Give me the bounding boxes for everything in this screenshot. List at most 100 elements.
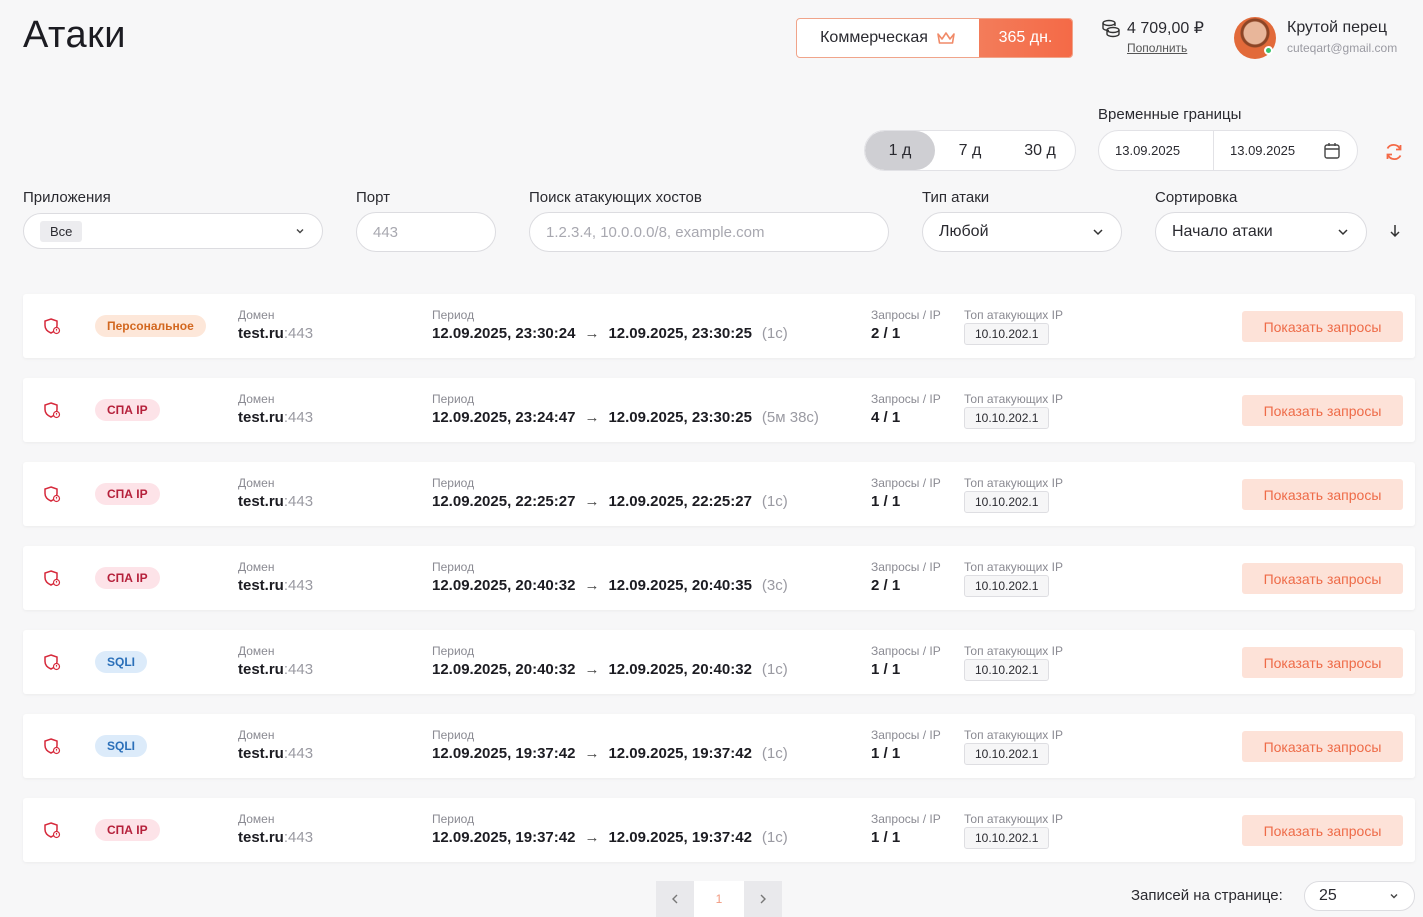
attack-type-badge: СПА IP xyxy=(95,399,160,421)
plan-days[interactable]: 365 дн. xyxy=(979,19,1072,57)
search-hosts-input[interactable]: 1.2.3.4, 10.0.0.0/8, example.com xyxy=(529,212,889,252)
date-range-picker[interactable]: 13.09.2025 13.09.2025 xyxy=(1098,130,1358,171)
domain-label: Домен xyxy=(238,644,275,658)
period-end: 12.09.2025, 19:37:42 xyxy=(608,745,752,762)
shield-alert-icon xyxy=(44,822,61,839)
show-requests-button[interactable]: Показать запросы xyxy=(1242,311,1403,342)
crown-icon xyxy=(937,32,955,44)
period-1d-button[interactable]: 1 д xyxy=(865,131,935,170)
requests-ip-value: 1 / 1 xyxy=(871,493,901,510)
shield-alert-icon xyxy=(44,570,61,587)
sort-select[interactable]: Начало атаки xyxy=(1155,212,1367,252)
requests-ip-value: 2 / 1 xyxy=(871,577,901,594)
period-label: Период xyxy=(432,728,475,742)
period-label: Период xyxy=(432,560,475,574)
top-ip-chip[interactable]: 10.10.202.1 xyxy=(964,575,1050,597)
period-duration: (3с) xyxy=(761,577,788,594)
period-7d-button[interactable]: 7 д xyxy=(935,131,1005,170)
requests-ip-value: 1 / 1 xyxy=(871,745,901,762)
domain-name: test.ru xyxy=(238,661,284,678)
prev-page-button[interactable] xyxy=(656,881,694,917)
requests-ip-value: 4 / 1 xyxy=(871,409,901,426)
requests-ip-value: 1 / 1 xyxy=(871,661,901,678)
date-to-field[interactable]: 13.09.2025 xyxy=(1214,131,1329,170)
chevron-left-icon xyxy=(672,894,678,904)
period-start: 12.09.2025, 20:40:32 xyxy=(432,661,576,678)
period-value: 12.09.2025, 23:24:47 → 12.09.2025, 23:30:2… xyxy=(432,409,819,426)
show-requests-button[interactable]: Показать запросы xyxy=(1242,563,1403,594)
show-requests-button[interactable]: Показать запросы xyxy=(1242,479,1403,510)
top-ip-chip[interactable]: 10.10.202.1 xyxy=(964,323,1050,345)
period-end: 12.09.2025, 22:25:27 xyxy=(608,493,752,510)
domain-value: test.ru:443 xyxy=(238,745,313,762)
period-end: 12.09.2025, 20:40:32 xyxy=(608,661,752,678)
per-page-select[interactable]: 25 xyxy=(1304,881,1415,911)
period-label: Период xyxy=(432,392,475,406)
attack-type-badge: СПА IP xyxy=(95,567,160,589)
domain-port: :443 xyxy=(283,409,314,426)
per-page-label: Записей на странице: xyxy=(1131,887,1283,904)
arrow-right-icon: → xyxy=(584,325,600,342)
period-30d-button[interactable]: 30 д xyxy=(1005,131,1075,170)
attack-type-badge: СПА IP xyxy=(95,483,160,505)
page-number[interactable]: 1 xyxy=(694,881,744,917)
pagination: 1 xyxy=(656,881,782,917)
plan-name-button[interactable]: Коммерческая xyxy=(797,19,979,57)
shield-alert-icon xyxy=(44,318,61,335)
attack-row[interactable]: СПА IP Домен test.ru:443 Период 12.09.2025, … xyxy=(23,798,1415,862)
show-requests-button[interactable]: Показать запросы xyxy=(1242,731,1403,762)
attack-row[interactable]: СПА IP Домен test.ru:443 Период 12.09.2025, … xyxy=(23,462,1415,526)
period-label: Период xyxy=(432,476,475,490)
domain-name: test.ru xyxy=(238,493,284,510)
apps-chip[interactable]: Все xyxy=(40,220,83,242)
attack-row[interactable]: Персональное Домен test.ru:443 Период 12.09.… xyxy=(23,294,1415,358)
next-page-button[interactable] xyxy=(744,881,782,917)
attack-row[interactable]: SQLI Домен test.ru:443 Период 12.09.2025, 20… xyxy=(23,630,1415,694)
sort-arrow-icon[interactable] xyxy=(1388,223,1402,239)
period-duration: (1с) xyxy=(761,829,788,846)
top-ip-label: Топ атакующих IP xyxy=(964,392,1063,406)
shield-alert-icon-wrap xyxy=(43,317,61,340)
port-input[interactable]: 443 xyxy=(356,212,496,252)
attack-row[interactable]: СПА IP Домен test.ru:443 Период 12.09.2025, … xyxy=(23,546,1415,610)
period-start: 12.09.2025, 23:30:24 xyxy=(432,325,576,342)
top-ip-chip[interactable]: 10.10.202.1 xyxy=(964,659,1050,681)
apps-select[interactable]: Все xyxy=(23,213,323,249)
show-requests-button[interactable]: Показать запросы xyxy=(1242,815,1403,846)
top-ip-label: Топ атакующих IP xyxy=(964,476,1063,490)
show-requests-button[interactable]: Показать запросы xyxy=(1242,647,1403,678)
refresh-icon[interactable] xyxy=(1384,142,1404,162)
shield-alert-icon-wrap xyxy=(43,569,61,592)
period-start: 12.09.2025, 22:25:27 xyxy=(432,493,576,510)
arrow-right-icon: → xyxy=(584,661,600,678)
attack-row[interactable]: SQLI Домен test.ru:443 Период 12.09.2025, 19… xyxy=(23,714,1415,778)
shield-alert-icon xyxy=(44,486,61,503)
domain-value: test.ru:443 xyxy=(238,325,313,342)
show-requests-button[interactable]: Показать запросы xyxy=(1242,395,1403,426)
topup-link[interactable]: Пополнить xyxy=(1127,41,1204,55)
top-ip-chip[interactable]: 10.10.202.1 xyxy=(964,407,1050,429)
period-value: 12.09.2025, 23:30:24 → 12.09.2025, 23:30:2… xyxy=(432,325,788,342)
requests-ip-label: Запросы / IP xyxy=(871,392,941,406)
coins-icon xyxy=(1102,19,1120,38)
top-ip-chip[interactable]: 10.10.202.1 xyxy=(964,743,1050,765)
domain-label: Домен xyxy=(238,728,275,742)
period-start: 12.09.2025, 19:37:42 xyxy=(432,745,576,762)
top-ip-chip[interactable]: 10.10.202.1 xyxy=(964,827,1050,849)
top-ip-chip[interactable]: 10.10.202.1 xyxy=(964,491,1050,513)
period-end: 12.09.2025, 19:37:42 xyxy=(608,829,752,846)
attack-type-select[interactable]: Любой xyxy=(922,212,1122,252)
apps-label: Приложения xyxy=(23,189,111,206)
period-duration: (1с) xyxy=(761,745,788,762)
requests-ip-value: 1 / 1 xyxy=(871,829,901,846)
attack-row[interactable]: СПА IP Домен test.ru:443 Период 12.09.2025, … xyxy=(23,378,1415,442)
date-from-field[interactable]: 13.09.2025 xyxy=(1099,131,1214,170)
top-ip-label: Топ атакующих IP xyxy=(964,812,1063,826)
period-label: Период xyxy=(432,812,475,826)
plan-widget[interactable]: Коммерческая 365 дн. xyxy=(796,18,1073,58)
shield-alert-icon-wrap xyxy=(43,485,61,508)
calendar-icon[interactable] xyxy=(1323,142,1341,160)
domain-port: :443 xyxy=(283,493,314,510)
arrow-right-icon: → xyxy=(584,577,600,594)
period-start: 12.09.2025, 20:40:32 xyxy=(432,577,576,594)
